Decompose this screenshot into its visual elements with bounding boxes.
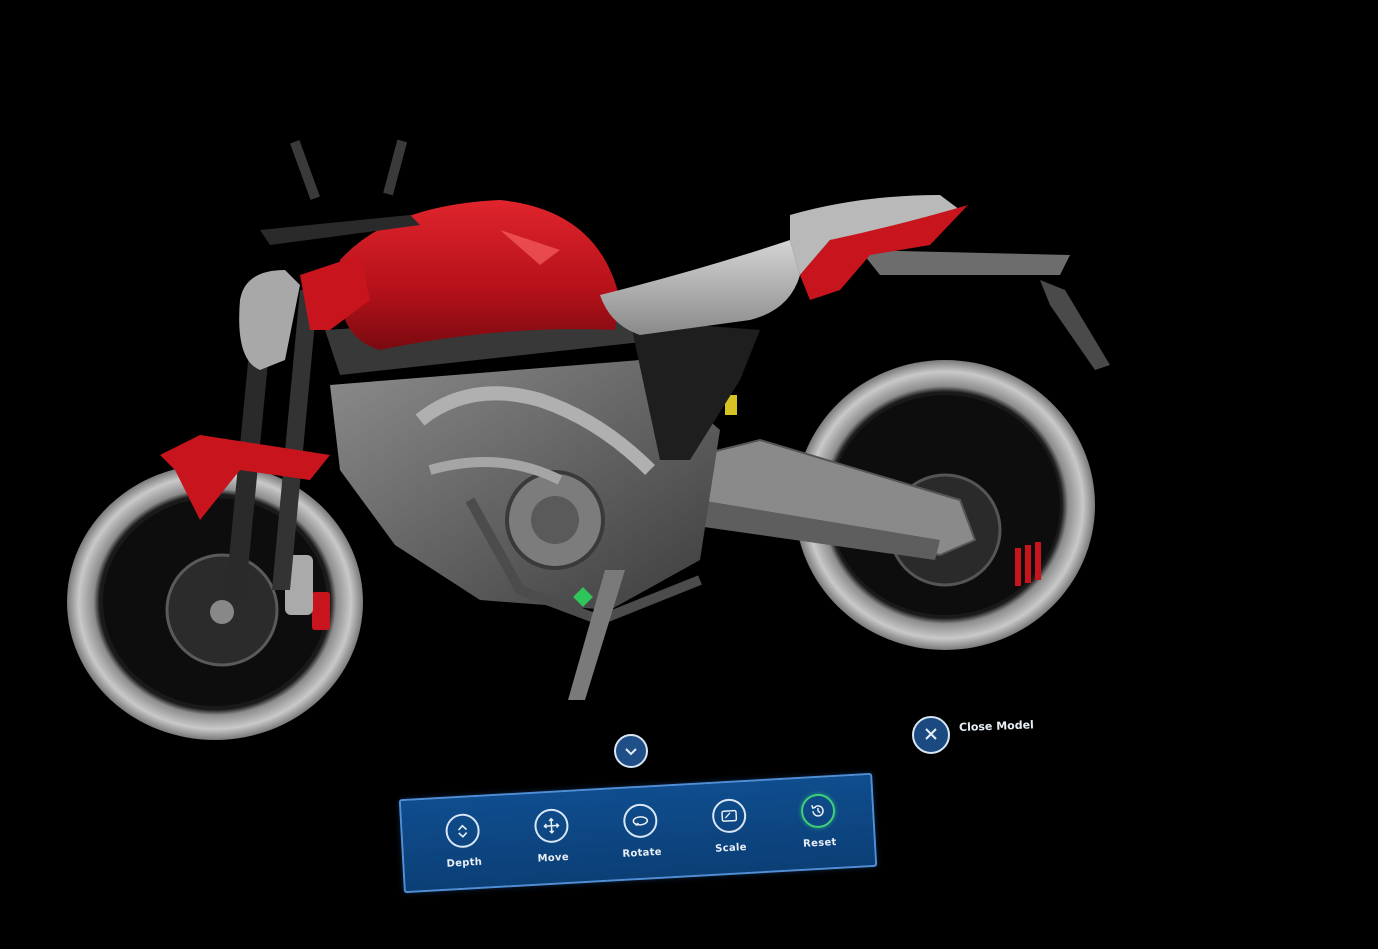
- depth-icon: [444, 812, 481, 849]
- scale-button[interactable]: Scale: [688, 797, 771, 856]
- move-label: Move: [537, 851, 570, 865]
- reset-label: Reset: [802, 836, 837, 850]
- vr-scene: Close Model Depth Move Rotate Scale Rese…: [0, 0, 1378, 949]
- depth-button[interactable]: Depth: [422, 812, 505, 871]
- move-icon: [533, 807, 570, 844]
- rotate-icon: [622, 802, 659, 839]
- rotate-button[interactable]: Rotate: [599, 802, 682, 861]
- scale-label: Scale: [714, 841, 748, 855]
- collapse-toolbar-button[interactable]: [614, 734, 648, 768]
- close-icon: [924, 726, 938, 745]
- scale-icon: [711, 797, 748, 834]
- close-model-label[interactable]: Close Model: [959, 718, 1034, 734]
- rotate-label: Rotate: [622, 846, 663, 860]
- reset-button[interactable]: Reset: [777, 792, 860, 851]
- reset-icon: [800, 792, 836, 829]
- chevron-down-icon: [624, 742, 638, 761]
- close-model-button[interactable]: [912, 716, 950, 754]
- move-button[interactable]: Move: [511, 807, 594, 866]
- front-wheel: [67, 464, 363, 740]
- depth-label: Depth: [446, 856, 483, 870]
